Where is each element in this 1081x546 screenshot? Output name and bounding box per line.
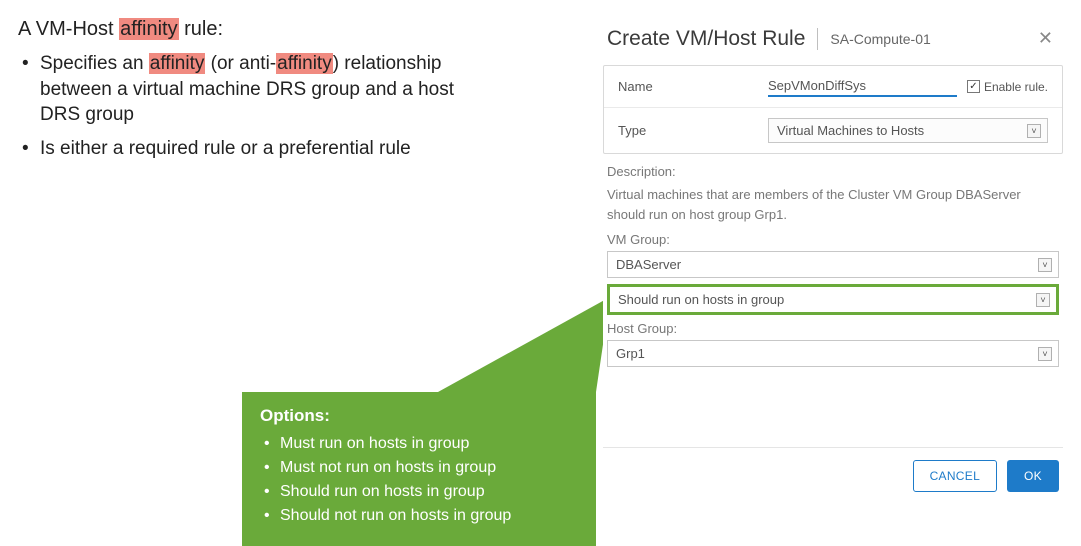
enable-rule-wrap[interactable]: ✓ Enable rule.: [967, 80, 1048, 94]
vmgroup-value: DBAServer: [616, 257, 681, 272]
callout-item: Must run on hosts in group: [260, 432, 578, 456]
heading: A VM-Host affinity rule:: [18, 18, 488, 41]
callout-item: Should not run on hosts in group: [260, 504, 578, 528]
type-value: Virtual Machines to Hosts: [777, 123, 924, 138]
description-label: Description:: [607, 164, 1059, 179]
dialog-footer: CANCEL OK: [603, 447, 1063, 496]
callout-title: Options:: [260, 406, 578, 426]
chevron-down-icon: ˅: [1038, 258, 1052, 272]
close-icon[interactable]: ✕: [1032, 26, 1059, 51]
options-callout: Options: Must run on hosts in group Must…: [242, 392, 596, 546]
chevron-down-icon: ˅: [1038, 347, 1052, 361]
checkbox-icon[interactable]: ✓: [967, 80, 980, 93]
divider: [817, 28, 818, 50]
type-select[interactable]: Virtual Machines to Hosts ˅: [768, 118, 1048, 143]
chevron-down-icon: ˅: [1036, 293, 1050, 307]
type-label: Type: [618, 123, 768, 138]
ok-button[interactable]: OK: [1007, 460, 1059, 492]
dialog-title: Create VM/Host Rule: [607, 27, 805, 51]
rule-behavior-value: Should run on hosts in group: [618, 292, 784, 307]
dialog-subtitle: SA-Compute-01: [830, 31, 930, 47]
callout-item: Must not run on hosts in group: [260, 456, 578, 480]
callout-item: Should run on hosts in group: [260, 480, 578, 504]
bullet-2: Is either a required rule or a preferent…: [18, 136, 488, 162]
row-name: Name ✓ Enable rule.: [604, 66, 1062, 108]
chevron-down-icon: ˅: [1027, 124, 1041, 138]
bullet-1: Specifies an affinity (or anti-affinity)…: [18, 51, 488, 128]
highlight-affinity: affinity: [119, 18, 178, 40]
slide-text: A VM-Host affinity rule: Specifies an af…: [18, 18, 488, 170]
highlight-affinity-3: affinity: [276, 53, 333, 74]
vmgroup-select[interactable]: DBAServer ˅: [607, 251, 1059, 278]
rule-behavior-select[interactable]: Should run on hosts in group ˅: [607, 284, 1059, 315]
callout-list: Must run on hosts in group Must not run …: [260, 432, 578, 528]
bullet-list: Specifies an affinity (or anti-affinity)…: [18, 51, 488, 162]
dialog-header: Create VM/Host Rule SA-Compute-01 ✕: [603, 18, 1063, 65]
hostgroup-label: Host Group:: [607, 321, 1059, 336]
row-type: Type Virtual Machines to Hosts ˅: [604, 108, 1062, 153]
enable-rule-label: Enable rule.: [984, 80, 1048, 94]
form-box: Name ✓ Enable rule. Type Virtual Machine…: [603, 65, 1063, 154]
name-label: Name: [618, 79, 768, 94]
description-block: Description: Virtual machines that are m…: [603, 154, 1063, 224]
b1-a: Specifies an: [40, 53, 149, 74]
name-input[interactable]: [768, 76, 957, 97]
hostgroup-select[interactable]: Grp1 ˅: [607, 340, 1059, 367]
create-rule-dialog: Create VM/Host Rule SA-Compute-01 ✕ Name…: [603, 18, 1063, 496]
highlight-affinity-2: affinity: [149, 53, 206, 74]
vmgroup-label: VM Group:: [607, 232, 1059, 247]
hostgroup-value: Grp1: [616, 346, 645, 361]
description-text: Virtual machines that are members of the…: [607, 185, 1059, 224]
heading-pre: A VM-Host: [18, 18, 119, 40]
heading-post: rule:: [179, 18, 223, 40]
cancel-button[interactable]: CANCEL: [913, 460, 997, 492]
b1-b: (or anti-: [205, 53, 276, 74]
